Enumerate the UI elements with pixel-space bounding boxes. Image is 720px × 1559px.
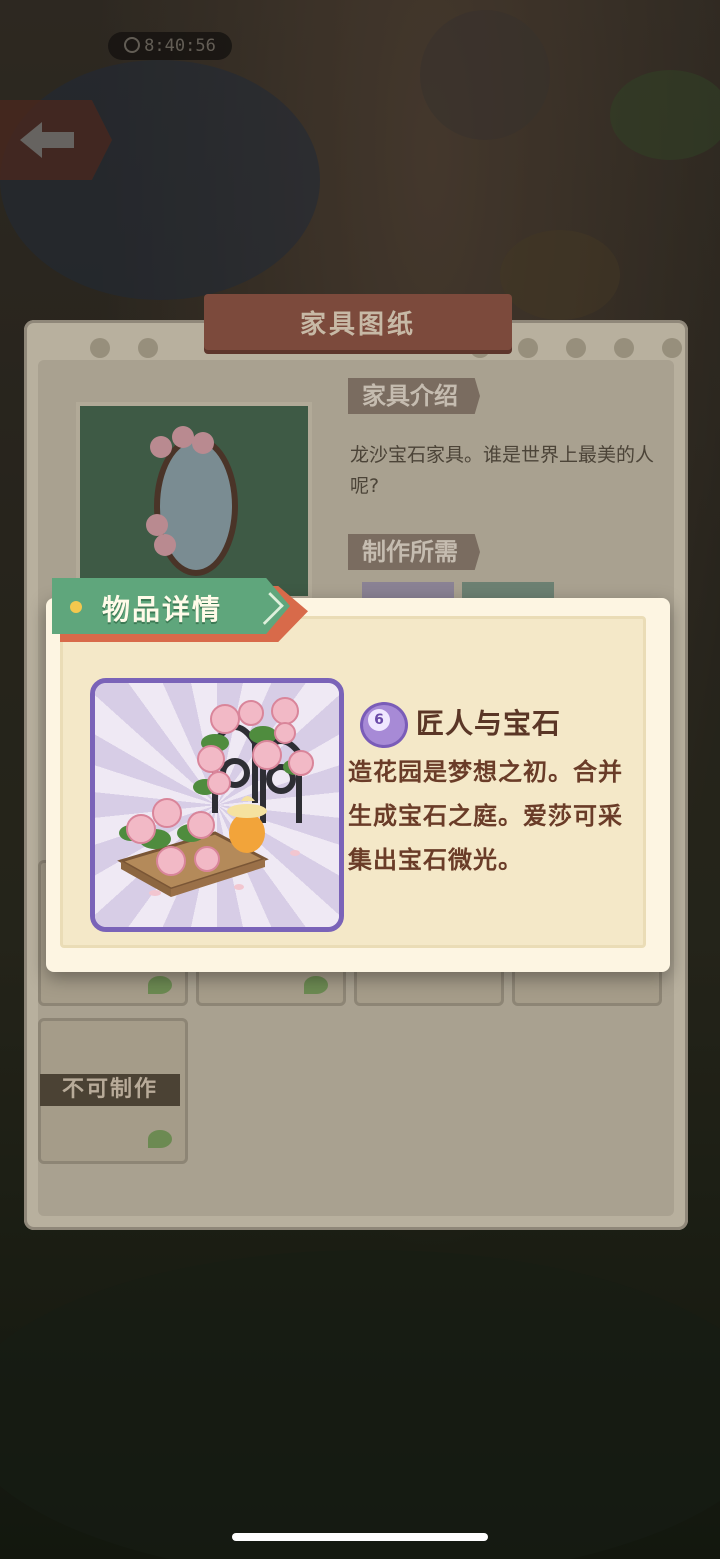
home-indicator[interactable] — [232, 1533, 488, 1541]
item-image-card — [90, 678, 344, 932]
level-number: 6 — [368, 709, 390, 731]
item-detail-tab-label: 物品详情 — [102, 593, 223, 626]
blueprint-title-ribbon: 家具图纸 — [204, 294, 512, 350]
item-detail-tab: 物品详情 — [52, 578, 308, 642]
blueprint-title: 家具图纸 — [299, 310, 416, 340]
furniture-preview-card[interactable] — [76, 402, 312, 600]
requirements-heading: 制作所需 — [348, 534, 480, 570]
item-description: 造花园是梦想之初。合并生成宝石之庭。爱莎可采集出宝石微光。 — [348, 758, 623, 874]
item-name: 匠人与宝石 — [416, 707, 562, 740]
rose-garden-item-image — [117, 697, 314, 897]
locked-label: 不可制作 — [40, 1074, 180, 1106]
game-screen: 8:40:56 家具图纸 家具介绍 龙沙宝石家具。谁是世界上最美的人呢? 制作所… — [0, 0, 720, 1559]
bullet-dot-icon — [70, 601, 82, 613]
intro-text: 龙沙宝石家具。谁是世界上最美的人呢? — [350, 444, 655, 497]
intro-heading: 家具介绍 — [348, 378, 480, 414]
level-badge: 6 — [358, 700, 408, 748]
